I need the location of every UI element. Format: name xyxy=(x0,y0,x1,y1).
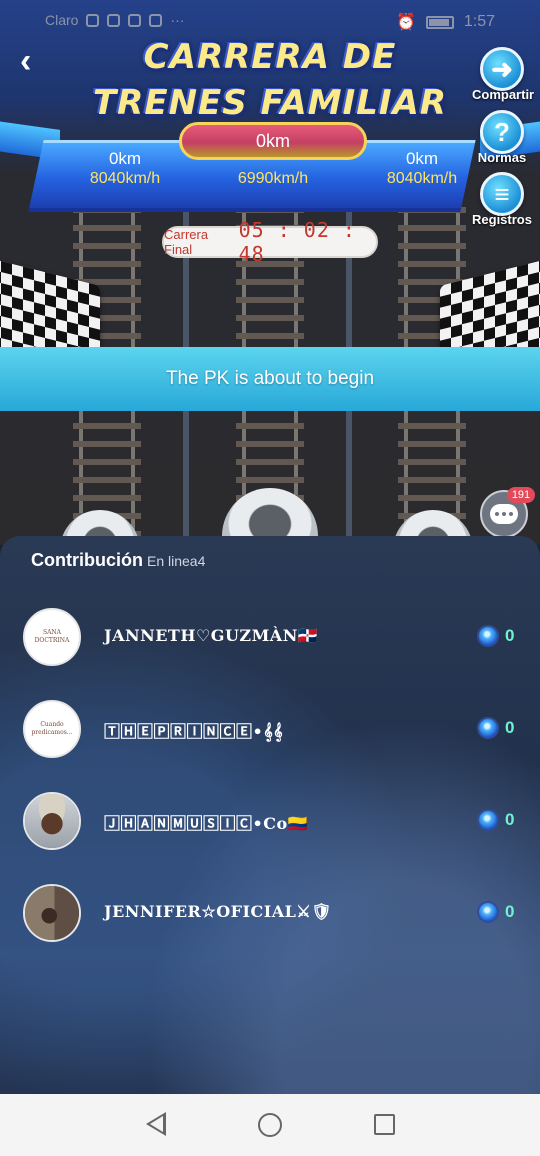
facebook-icon xyxy=(149,13,163,27)
records-label: Registros xyxy=(472,212,532,227)
alarm-icon: ⏰ xyxy=(395,14,416,31)
contribution-amount: 0 xyxy=(505,810,515,829)
chevron-left-icon: ‹ xyxy=(20,42,32,80)
avatar[interactable]: SANA DOCTRINA xyxy=(23,608,81,666)
center-distance: 0km xyxy=(179,122,367,160)
share-button[interactable]: ➜ Compartir xyxy=(472,47,535,102)
instagram-icon xyxy=(128,13,142,27)
clock: 1:57 xyxy=(463,13,495,30)
chat-unread-badge: 191 xyxy=(507,487,535,503)
gem-icon xyxy=(477,717,499,739)
records-button[interactable]: ≡ Registros xyxy=(472,172,532,227)
list-item[interactable]: Cuando predicamos... 🅃🄷🄴🄿🅁🄸🄽🄲🄴•𝄞𝄞 0 xyxy=(0,700,540,770)
title-line-1: CARRERA DE xyxy=(143,37,397,77)
system-nav-bar xyxy=(0,1094,540,1156)
user-name: JENNIFER☆OFICIAL⚔🛡 xyxy=(104,902,333,921)
rules-label: Normas xyxy=(477,150,527,165)
user-name: 🅃🄷🄴🄿🅁🄸🄽🄲🄴•𝄞𝄞 xyxy=(104,722,284,741)
notification-icon xyxy=(107,13,121,27)
online-count: En linea4 xyxy=(147,553,206,569)
nav-back-icon[interactable] xyxy=(146,1112,166,1136)
contribution-title: Contribución xyxy=(31,550,143,570)
signal-icon xyxy=(86,13,100,27)
user-name: JANNETH♡GUZMÀN🇩🇴 xyxy=(104,626,319,645)
gem-icon xyxy=(477,901,499,923)
chat-bubble-icon xyxy=(490,504,518,524)
page-title: CARRERA DE TRENES FAMILIAR xyxy=(60,34,480,126)
timer-value: 05 : 02 : 48 xyxy=(238,218,356,266)
lane-3-distance: 0km xyxy=(405,149,439,168)
nav-home-icon[interactable] xyxy=(258,1113,282,1137)
timer-label: Carrera Final xyxy=(164,227,209,257)
avatar-photo xyxy=(25,794,79,848)
avatar[interactable]: Cuando predicamos... xyxy=(23,700,81,758)
lane-3-speed: 8040km/h xyxy=(386,170,458,187)
gem-icon xyxy=(477,625,499,647)
list-item[interactable]: JENNIFER☆OFICIAL⚔🛡 0 xyxy=(0,884,540,954)
contribution-amount: 0 xyxy=(505,626,515,645)
rules-button[interactable]: ? Normas xyxy=(472,110,532,165)
lane-2-speed: 6990km/h xyxy=(237,170,309,187)
back-button[interactable]: ‹ xyxy=(20,44,52,80)
question-icon: ? xyxy=(480,110,524,154)
avatar[interactable] xyxy=(23,792,81,850)
nav-recents-icon[interactable] xyxy=(374,1114,395,1135)
avatar-photo xyxy=(25,886,79,940)
pk-notice-banner: The PK is about to begin xyxy=(0,347,540,411)
user-name: 🄹🄷🄰🄽🄼🅄🅂🄸🄲•Co🇨🇴 xyxy=(104,814,309,833)
lane-1-speed: 8040km/h xyxy=(89,170,161,187)
battery-icon xyxy=(425,15,454,29)
avatar-text: Cuando predicamos... xyxy=(31,721,73,736)
avatar[interactable] xyxy=(23,884,81,942)
avatar-text: SANA DOCTRINA xyxy=(34,629,70,644)
list-item[interactable]: 🄹🄷🄰🄽🄼🅄🅂🄸🄲•Co🇨🇴 0 xyxy=(0,792,540,862)
lane-1-distance: 0km xyxy=(108,149,142,168)
list-item[interactable]: SANA DOCTRINA JANNETH♡GUZMÀN🇩🇴 0 xyxy=(0,608,540,678)
contribution-amount: 0 xyxy=(505,718,515,737)
final-race-timer: Carrera Final 05 : 02 : 48 xyxy=(162,218,378,266)
title-line-2: TRENES FAMILIAR xyxy=(92,83,448,123)
share-arrow-icon: ➜ xyxy=(480,47,524,91)
more-notifications-icon: ··· xyxy=(170,12,185,28)
gem-icon xyxy=(477,809,499,831)
contribution-sheet: Contribución En linea4 SANA DOCTRINA JAN… xyxy=(0,536,540,1094)
list-icon: ≡ xyxy=(480,172,524,216)
share-label: Compartir xyxy=(472,87,535,102)
carrier-label: Claro xyxy=(45,12,79,28)
contribution-amount: 0 xyxy=(505,902,515,921)
